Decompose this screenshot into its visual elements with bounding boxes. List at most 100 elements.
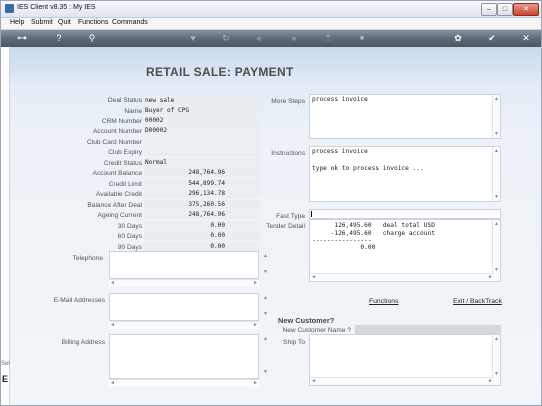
tender-detail-box: 126,495.60 deal total USD -126,495.60 ch… [309,219,501,282]
deal-status-value: new sale [144,96,260,105]
balance-after-deal-value: 375,260.56 [144,200,260,209]
billing-scroll-right[interactable]: ► [253,380,258,386]
balance-after-deal-label: Balance After Deal [87,202,142,209]
club-card-number-value [144,137,260,146]
billing-address-field[interactable] [109,334,259,379]
crm-number-label: CRM Number [101,118,142,125]
ship-to-scroll-up[interactable]: ▲ [493,336,500,342]
account-number-value: D00002 [144,126,260,135]
email-scroll-down[interactable]: ▼ [262,311,269,317]
tender-scrollbar[interactable]: ▲ ▼ [492,220,500,281]
email-scroll-up[interactable]: ▲ [262,295,269,301]
fast-forward-icon[interactable]: » [287,32,301,45]
tender-detail-label: Tender Detail [266,223,305,230]
tender-separator: ---------------- [312,237,372,244]
refresh-icon[interactable]: ↻ [219,32,233,45]
check-icon[interactable]: ✔ [485,32,499,45]
key-icon[interactable]: ⊶ [11,32,33,45]
side-panel-letter: E [2,374,9,384]
help-icon[interactable]: ? [52,32,66,45]
billing-hscroll[interactable]: ◄ ► [109,379,259,387]
tender-scroll-left[interactable]: ◄ [311,274,316,280]
upload-icon[interactable]: ⇡ [321,32,335,45]
more-steps-scroll-up[interactable]: ▲ [493,96,500,102]
heart-icon[interactable]: ♥ [186,32,200,45]
tender-line-2: -126,495.60 charge account [312,230,435,237]
telephone-scroll-down[interactable]: ▼ [262,269,269,275]
instructions-line-1: process invoice [312,148,368,155]
app-window: IES Client v8.35 : My IES – □ ✕ Help Sub… [0,0,542,406]
ship-to-scroll-left[interactable]: ◄ [311,378,316,384]
more-steps-scroll-down[interactable]: ▼ [493,131,500,137]
ship-to-scroll-right[interactable]: ► [488,378,493,384]
credit-limit-label: Credit Limit [108,181,142,188]
ship-to-scroll-down[interactable]: ▼ [493,371,500,377]
email-hscroll[interactable]: ◄ ► [109,321,259,329]
close-window-button[interactable]: ✕ [513,3,539,16]
tender-scroll-up[interactable]: ▲ [493,221,500,227]
available-credit-value: 296,134.78 [144,189,260,198]
new-customer-name-label: New Customer Name ? [282,327,351,334]
exit-backtrack-link[interactable]: Exit / BackTrack [453,298,502,305]
credit-status-value: Normal [144,158,260,167]
tender-scroll-right[interactable]: ► [488,274,493,280]
tender-total: 0.00 [312,244,376,251]
search-icon[interactable]: ⚲ [85,32,99,45]
minimize-button[interactable]: – [481,3,497,16]
save-icon[interactable]: ■ [355,32,369,45]
telephone-hscroll[interactable]: ◄ ► [109,279,259,287]
menu-bar: Help Submit Quit Functions Commands [1,18,541,30]
menu-submit[interactable]: Submit [31,19,53,26]
tender-scroll-down[interactable]: ▼ [493,267,500,273]
instructions-scroll-down[interactable]: ▼ [493,194,500,200]
ageing-current-label: Ageing Current [97,212,142,219]
instructions-line-2: type ok to process invoice ... [312,165,424,172]
more-steps-list[interactable]: process invoice ▲ ▼ [309,94,501,139]
side-panel-label: Sel [1,361,10,367]
rewind-icon[interactable]: « [252,32,266,45]
fast-type-label: Fast Type [276,213,305,220]
fast-type-input[interactable] [309,209,501,219]
account-balance-value: 248,764.96 [144,168,260,177]
tender-hscroll[interactable]: ◄ ► [310,273,494,281]
credit-status-label: Credit Status [103,160,142,167]
crm-number-value: 00002 [144,116,260,125]
close-icon[interactable]: ✕ [519,32,533,45]
more-steps-scrollbar[interactable]: ▲ ▼ [492,95,500,138]
instructions-label: Instructions [271,150,305,157]
telephone-scroll-left[interactable]: ◄ [110,280,115,286]
window-title: IES Client v8.35 : My IES [17,4,96,11]
billing-scroll-left[interactable]: ◄ [110,380,115,386]
more-steps-item[interactable]: process invoice [312,96,368,103]
credit-limit-value: 544,899.74 [144,179,260,188]
email-addresses-field[interactable] [109,293,259,321]
club-card-number-label: Club Card Number [87,139,142,146]
menu-functions[interactable]: Functions [78,19,108,26]
telephone-scroll-up[interactable]: ▲ [262,253,269,259]
available-credit-label: Available Credit [95,191,142,198]
ship-to-label: Ship To [283,339,305,346]
toolbar: ⊶ ? ⚲ ♥ ↻ « » ⇡ ■ ✿ ✔ ✕ [1,30,541,47]
60-days-label: 60 Days [117,233,142,240]
telephone-field[interactable] [109,251,259,279]
menu-quit[interactable]: Quit [58,19,71,26]
new-customer-name-input[interactable] [355,325,501,334]
functions-link[interactable]: Functions [369,298,398,305]
ship-to-field[interactable]: ▲ ▼ ◄ ► [309,334,501,386]
billing-scroll-down[interactable]: ▼ [262,369,269,375]
telephone-scroll-right[interactable]: ► [253,280,258,286]
email-scroll-right[interactable]: ► [253,322,258,328]
name-value: Buyer of CPG [144,106,260,115]
60-days-value: 0.00 [144,231,260,240]
instructions-scrollbar[interactable]: ▲ ▼ [492,147,500,201]
telephone-label: Telephone [72,255,103,262]
ship-to-hscroll[interactable]: ◄ ► [310,377,494,385]
instructions-scroll-up[interactable]: ▲ [493,148,500,154]
email-addresses-label: E-Mail Addresses [53,297,105,304]
settings-icon[interactable]: ✿ [451,32,465,45]
email-scroll-left[interactable]: ◄ [110,322,115,328]
menu-help[interactable]: Help [10,19,24,26]
maximize-button[interactable]: □ [497,3,513,16]
ageing-current-value: 248,764.96 [144,210,260,219]
menu-commands[interactable]: Commands [112,19,148,26]
